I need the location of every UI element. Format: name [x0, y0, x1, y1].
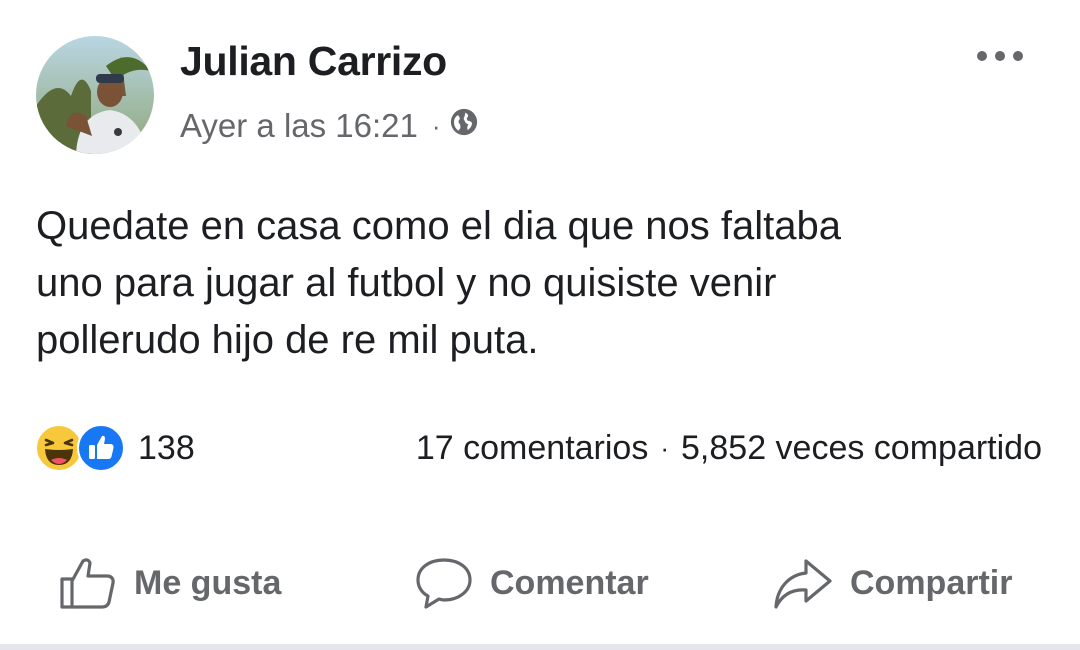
post-meta: Ayer a las 16:21 · [180, 104, 479, 148]
thumbs-up-icon [60, 558, 115, 609]
comment-button-label: Comentar [490, 563, 649, 602]
post-action-bar: Me gusta Comentar Compartir [0, 548, 1080, 618]
like-reaction-icon [77, 424, 125, 472]
comment-bubble-icon [416, 558, 472, 609]
engagement-separator: · [660, 432, 670, 463]
reactions-summary[interactable]: 138 [34, 422, 195, 474]
like-button-label: Me gusta [134, 563, 282, 602]
author-name[interactable]: Julian Carrizo [180, 38, 447, 85]
comment-button[interactable]: Comentar [414, 548, 649, 618]
share-arrow-icon [774, 559, 832, 609]
facebook-post: Julian Carrizo Ayer a las 16:21 · Quedat… [0, 0, 1080, 650]
post-text-line: uno para jugar al futbol y no quisiste v… [36, 261, 777, 305]
post-timestamp[interactable]: Ayer a las 16:21 [180, 107, 418, 145]
meta-separator: · [431, 110, 441, 141]
share-button[interactable]: Compartir [772, 548, 1012, 618]
author-avatar[interactable] [36, 36, 154, 154]
more-options-icon[interactable] [968, 36, 1032, 76]
post-text: Quedate en casa como el dia que nos falt… [36, 198, 1046, 369]
reaction-count: 138 [138, 428, 195, 467]
divider [0, 644, 1080, 650]
post-text-line: Quedate en casa como el dia que nos falt… [36, 204, 841, 248]
engagement-summary: 17 comentarios · 5,852 veces compartido [416, 422, 1042, 474]
comments-count-link[interactable]: 17 comentarios [416, 429, 648, 468]
share-button-label: Compartir [850, 563, 1013, 602]
globe-icon[interactable] [449, 107, 479, 145]
like-button[interactable]: Me gusta [58, 548, 281, 618]
avatar-photo [36, 36, 154, 154]
shares-count-link[interactable]: 5,852 veces compartido [681, 429, 1042, 468]
post-text-line: pollerudo hijo de re mil puta. [36, 318, 539, 362]
